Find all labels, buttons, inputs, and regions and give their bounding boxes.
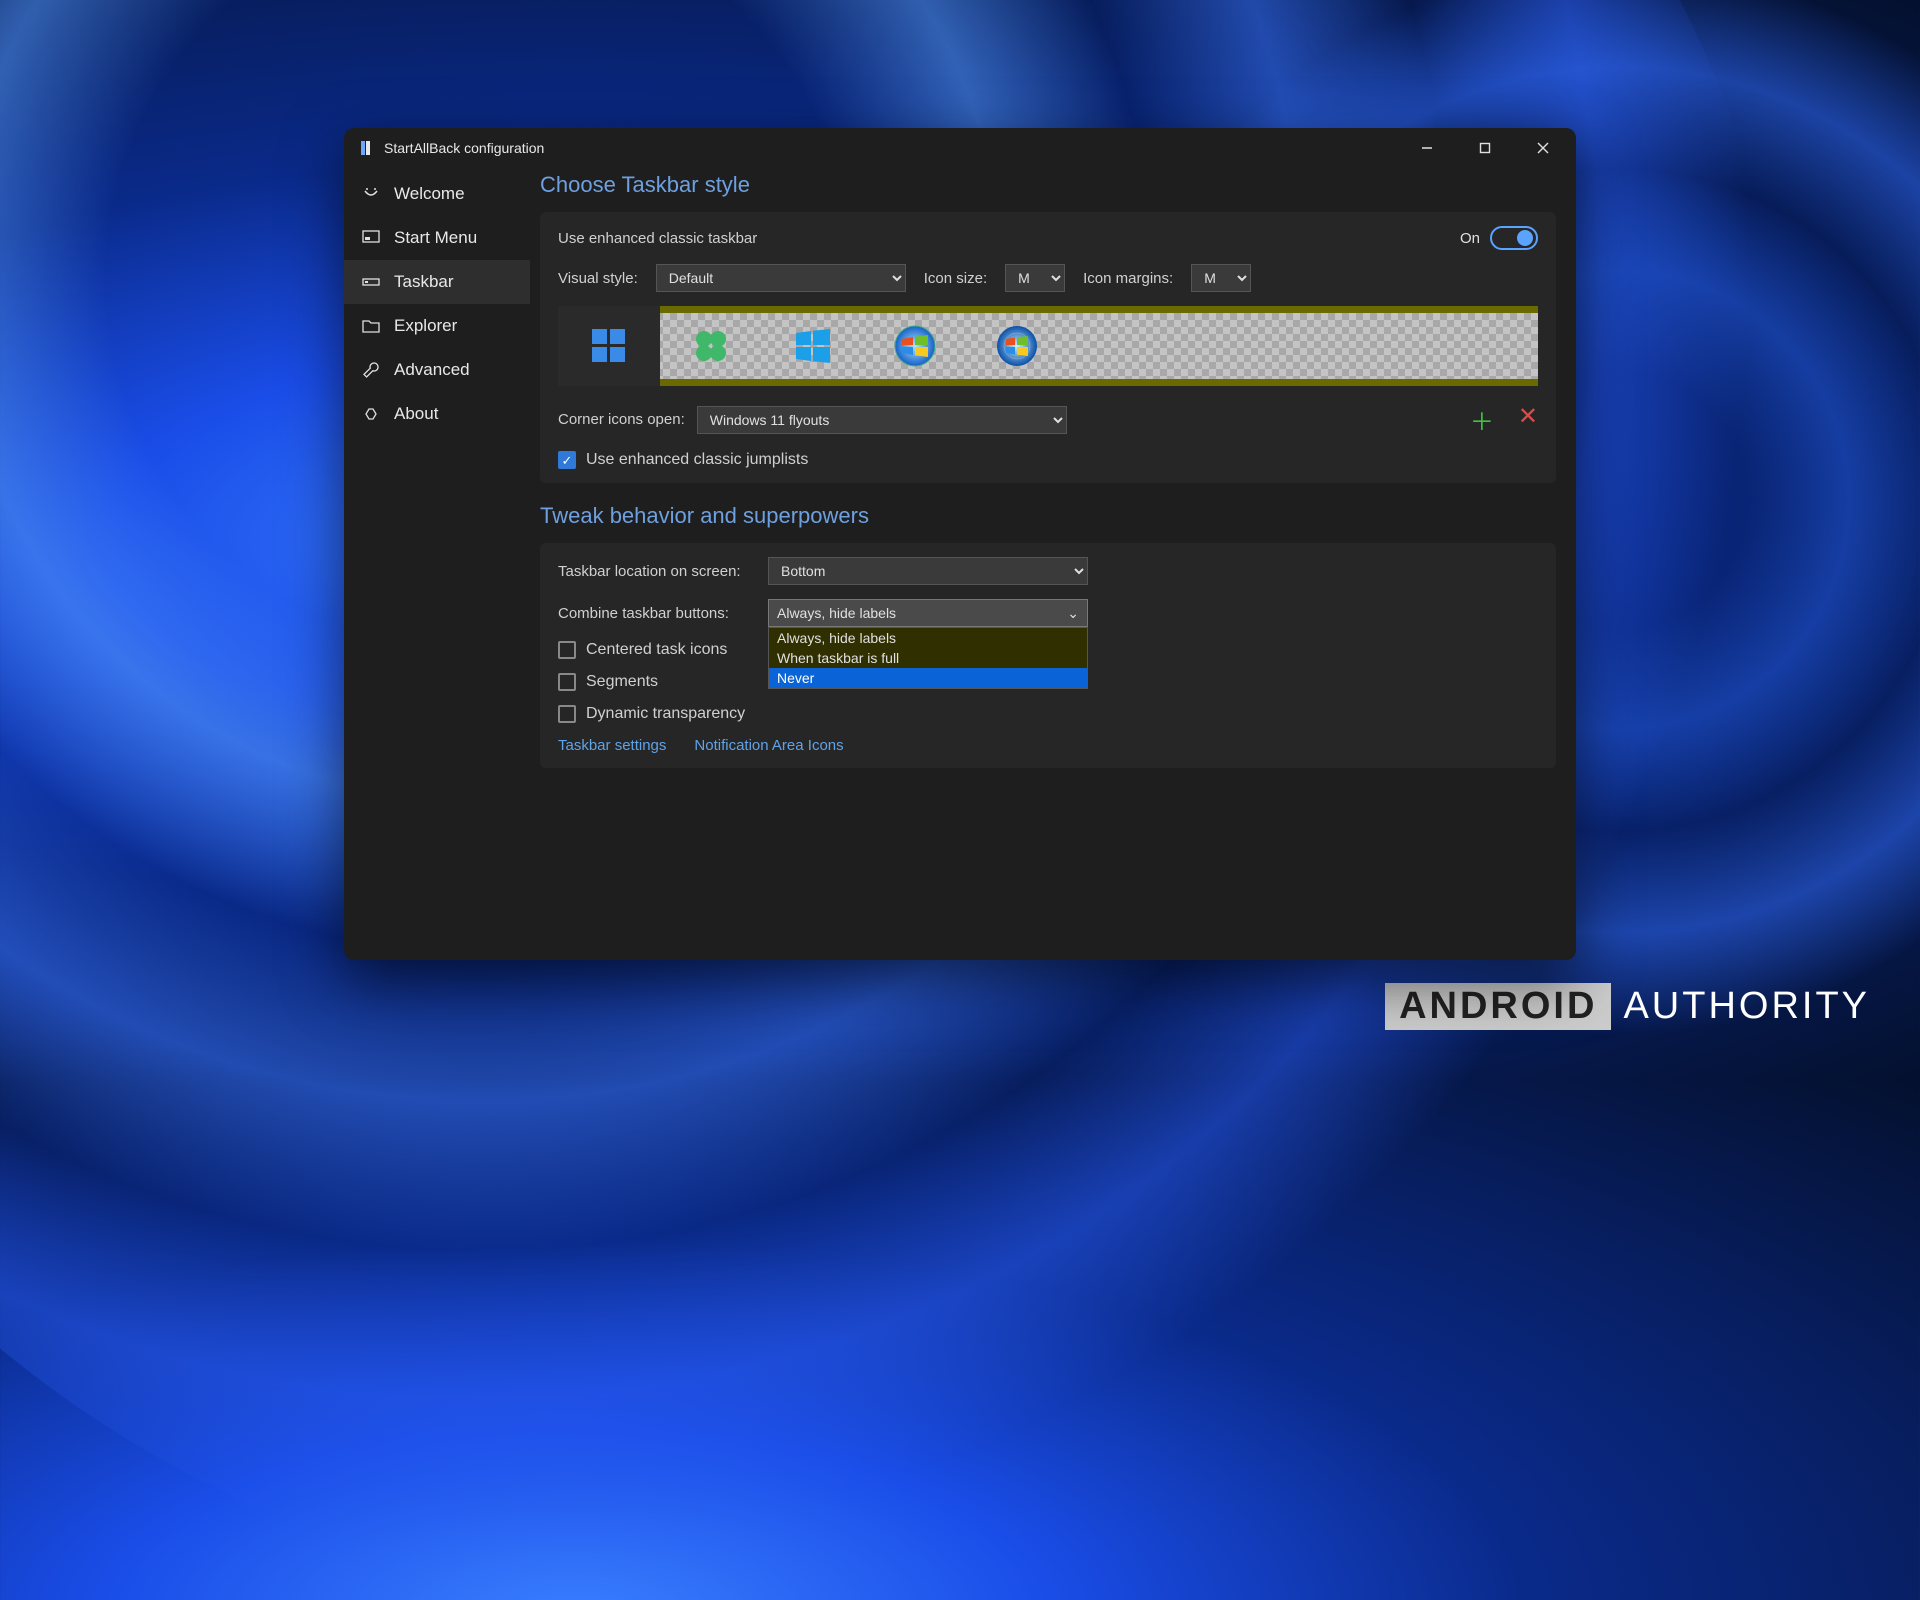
watermark-suffix: AUTHORITY	[1623, 985, 1870, 1028]
dynamic-transparency-checkbox[interactable]	[558, 705, 576, 723]
window-controls	[1398, 128, 1572, 168]
segments-checkbox[interactable]	[558, 673, 576, 691]
icon-margins-label: Icon margins:	[1083, 270, 1173, 287]
app-window: StartAllBack configuration Welcome Start…	[344, 128, 1576, 960]
sidebar-item-label: Explorer	[394, 316, 457, 336]
wrench-icon	[362, 361, 380, 379]
icon-margins-select[interactable]: M	[1191, 264, 1251, 292]
location-label: Taskbar location on screen:	[558, 563, 758, 580]
info-icon	[362, 405, 380, 423]
remove-icon[interactable]: ✕	[1518, 402, 1538, 437]
combine-options-list: Always, hide labels When taskbar is full…	[768, 627, 1088, 689]
sidebar-item-about[interactable]: About	[344, 392, 530, 436]
sidebar-item-label: Start Menu	[394, 228, 477, 248]
sidebar-item-start-menu[interactable]: Start Menu	[344, 216, 530, 260]
jumplists-checkbox[interactable]	[558, 451, 576, 469]
icon-size-label: Icon size:	[924, 270, 987, 287]
smile-icon	[362, 185, 380, 203]
centered-icons-checkbox[interactable]	[558, 641, 576, 659]
sidebar-item-advanced[interactable]: Advanced	[344, 348, 530, 392]
notification-icons-link[interactable]: Notification Area Icons	[694, 737, 843, 754]
visual-style-select[interactable]: Default	[656, 264, 906, 292]
start-icon-win7-orb[interactable]	[864, 306, 966, 386]
window-title: StartAllBack configuration	[384, 140, 1398, 156]
combine-dropdown[interactable]: Always, hide labels ⌄ Always, hide label…	[768, 599, 1088, 627]
jumplists-label: Use enhanced classic jumplists	[586, 451, 808, 469]
maximize-button[interactable]	[1456, 128, 1514, 168]
dynamic-transparency-label: Dynamic transparency	[586, 705, 745, 723]
taskbar-settings-link[interactable]: Taskbar settings	[558, 737, 666, 754]
sidebar-item-explorer[interactable]: Explorer	[344, 304, 530, 348]
corner-icons-label: Corner icons open:	[558, 411, 685, 428]
icon-size-select[interactable]: M	[1005, 264, 1065, 292]
add-icon[interactable]: ＋	[1470, 402, 1494, 437]
enhanced-taskbar-label: Use enhanced classic taskbar	[558, 230, 757, 247]
start-icon-vista-orb[interactable]	[966, 306, 1068, 386]
sidebar-item-label: About	[394, 404, 438, 424]
sidebar-item-label: Taskbar	[394, 272, 454, 292]
behavior-panel: Taskbar location on screen: Bottom Combi…	[540, 543, 1556, 768]
start-icon-win11[interactable]	[558, 306, 660, 386]
combine-current-value: Always, hide labels	[777, 605, 896, 621]
visual-style-label: Visual style:	[558, 270, 638, 287]
sidebar-item-label: Advanced	[394, 360, 470, 380]
segments-label: Segments	[586, 673, 658, 691]
start-icon-preview	[558, 306, 1538, 386]
corner-icons-select[interactable]: Windows 11 flyouts	[697, 406, 1067, 434]
combine-label: Combine taskbar buttons:	[558, 605, 758, 622]
combine-option[interactable]: Always, hide labels	[769, 628, 1087, 648]
style-panel: Use enhanced classic taskbar On Visual s…	[540, 212, 1556, 483]
folder-icon	[362, 317, 380, 335]
start-icon-clover[interactable]	[660, 306, 762, 386]
close-button[interactable]	[1514, 128, 1572, 168]
sidebar-item-welcome[interactable]: Welcome	[344, 172, 530, 216]
toggle-state-text: On	[1460, 230, 1480, 247]
combine-option[interactable]: When taskbar is full	[769, 648, 1087, 668]
enhanced-taskbar-toggle[interactable]	[1490, 226, 1538, 250]
start-icon-win10[interactable]	[762, 306, 864, 386]
monitor-icon	[362, 229, 380, 247]
content-area: Choose Taskbar style Use enhanced classi…	[530, 168, 1576, 960]
sidebar-item-label: Welcome	[394, 184, 465, 204]
section-title-behavior: Tweak behavior and superpowers	[540, 503, 1556, 529]
watermark: ANDROID AUTHORITY	[1385, 983, 1870, 1030]
section-title-style: Choose Taskbar style	[540, 172, 1556, 198]
combine-option[interactable]: Never	[769, 668, 1087, 688]
location-select[interactable]: Bottom	[768, 557, 1088, 585]
chevron-down-icon: ⌄	[1067, 605, 1079, 622]
centered-icons-label: Centered task icons	[586, 641, 727, 659]
taskbar-icon	[362, 273, 380, 291]
minimize-button[interactable]	[1398, 128, 1456, 168]
sidebar: Welcome Start Menu Taskbar Explorer Adva…	[344, 168, 530, 960]
app-icon	[358, 140, 374, 156]
sidebar-item-taskbar[interactable]: Taskbar	[344, 260, 530, 304]
titlebar[interactable]: StartAllBack configuration	[344, 128, 1576, 168]
watermark-brand: ANDROID	[1385, 983, 1611, 1030]
